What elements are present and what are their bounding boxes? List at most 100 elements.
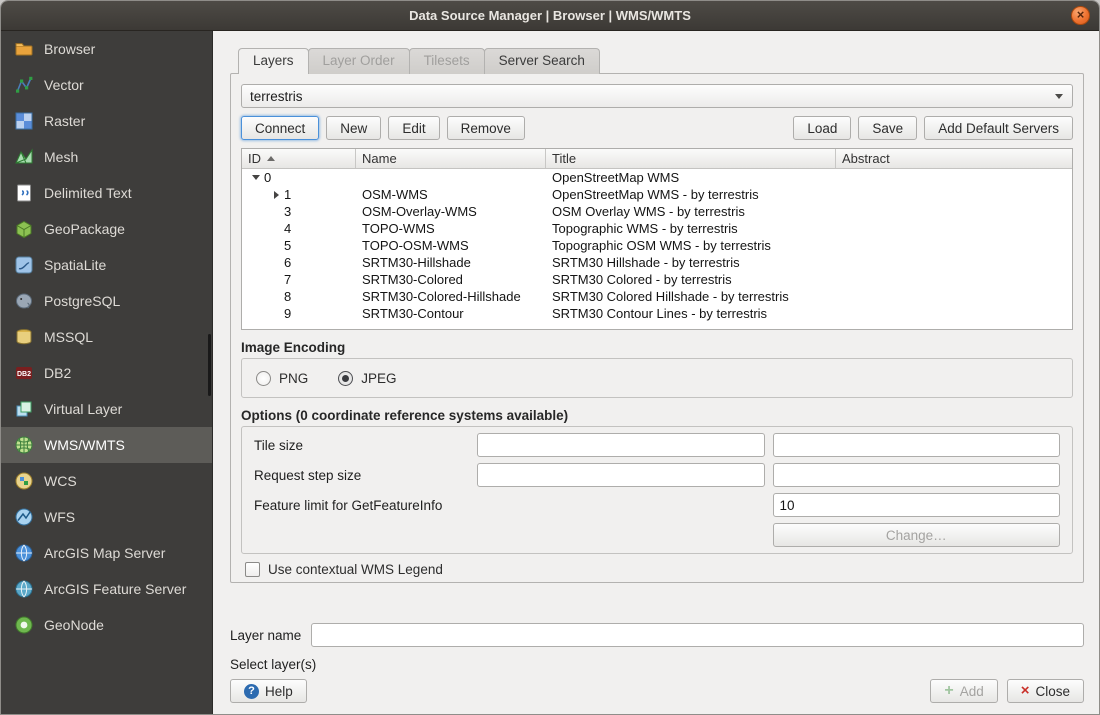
virtual-layer-icon: [13, 398, 35, 420]
column-header-name[interactable]: Name: [356, 149, 546, 168]
sidebar-item-vector[interactable]: Vector: [1, 67, 212, 103]
layer-row-0[interactable]: 0OpenStreetMap WMS: [242, 169, 1072, 186]
save-button[interactable]: Save: [858, 116, 917, 140]
sidebar-item-arcgis-feature-server[interactable]: ArcGIS Feature Server: [1, 571, 212, 607]
layer-name-cell: OSM-WMS: [356, 186, 546, 203]
wcs-icon: [13, 470, 35, 492]
layer-id-cell: 6: [242, 254, 356, 271]
help-button[interactable]: ? Help: [230, 679, 307, 703]
sidebar-item-delimited-text[interactable]: Delimited Text: [1, 175, 212, 211]
layer-row-1[interactable]: 1OSM-WMSOpenStreetMap WMS - by terrestri…: [242, 186, 1072, 203]
tab-server-search[interactable]: Server Search: [484, 48, 600, 74]
tile-size-label: Tile size: [254, 438, 469, 453]
tile-width-input[interactable]: [477, 433, 765, 457]
tab-layers[interactable]: Layers: [238, 48, 309, 74]
close-x-icon: ×: [1021, 684, 1030, 698]
layer-title-cell: SRTM30 Hillshade - by terrestris: [546, 254, 836, 271]
arcgis-feature-server-icon: [13, 578, 35, 600]
layer-id: 9: [284, 305, 291, 322]
sidebar-item-wfs[interactable]: WFS: [1, 499, 212, 535]
sidebar-item-geonode[interactable]: GeoNode: [1, 607, 212, 643]
sidebar: BrowserVector Raster Mesh Delimited Text Geo…: [1, 31, 213, 714]
layer-id-cell: 3: [242, 203, 356, 220]
svg-text:DB2: DB2: [17, 371, 31, 378]
db2-icon: DB2: [13, 362, 35, 384]
load-button[interactable]: Load: [793, 116, 851, 140]
new-button[interactable]: New: [326, 116, 381, 140]
layer-row-5[interactable]: 5TOPO-OSM-WMSTopographic OSM WMS - by te…: [242, 237, 1072, 254]
radio-png[interactable]: PNG: [256, 371, 308, 386]
layer-row-7[interactable]: 7SRTM30-ColoredSRTM30 Colored - by terre…: [242, 271, 1072, 288]
radio-label: JPEG: [361, 371, 396, 386]
wms-icon: [13, 434, 35, 456]
layers-table-body: 0OpenStreetMap WMS1OSM-WMSOpenStreetMap …: [242, 169, 1072, 329]
layer-row-4[interactable]: 4TOPO-WMSTopographic WMS - by terrestris: [242, 220, 1072, 237]
sidebar-item-label: Raster: [44, 113, 85, 129]
layer-name-row: Layer name: [230, 623, 1084, 647]
titlebar: Data Source Manager | Browser | WMS/WMTS…: [1, 1, 1099, 31]
sidebar-item-browser[interactable]: Browser: [1, 31, 212, 67]
layer-name-input[interactable]: [311, 623, 1084, 647]
layer-name-cell: TOPO-WMS: [356, 220, 546, 237]
request-step-x-input[interactable]: [477, 463, 765, 487]
window-close-button[interactable]: ×: [1071, 6, 1090, 25]
contextual-legend-row[interactable]: Use contextual WMS Legend: [241, 560, 1073, 578]
server-connection-select[interactable]: terrestris: [241, 84, 1073, 108]
feature-limit-input[interactable]: [773, 493, 1061, 517]
add-default-servers-button[interactable]: Add Default Servers: [924, 116, 1073, 140]
layer-id-cell: 4: [242, 220, 356, 237]
sidebar-item-postgresql[interactable]: PostgreSQL: [1, 283, 212, 319]
expander-placeholder: [268, 238, 284, 254]
layer-row-9[interactable]: 9SRTM30-ContourSRTM30 Contour Lines - by…: [242, 305, 1072, 322]
sidebar-item-label: Delimited Text: [44, 185, 132, 201]
sidebar-item-wcs[interactable]: WCS: [1, 463, 212, 499]
close-button[interactable]: × Close: [1007, 679, 1084, 703]
remove-button[interactable]: Remove: [447, 116, 525, 140]
sidebar-item-db2[interactable]: DB2DB2: [1, 355, 212, 391]
layer-row-8[interactable]: 8SRTM30-Colored-HillshadeSRTM30 Colored …: [242, 288, 1072, 305]
column-header-title[interactable]: Title: [546, 149, 836, 168]
column-header-id[interactable]: ID: [242, 149, 356, 168]
sidebar-item-spatialite[interactable]: SpatiaLite: [1, 247, 212, 283]
layer-id-cell: 5: [242, 237, 356, 254]
sidebar-item-mesh[interactable]: Mesh: [1, 139, 212, 175]
edit-button[interactable]: Edit: [388, 116, 439, 140]
connect-button[interactable]: Connect: [241, 116, 319, 140]
expander-open-icon[interactable]: [248, 170, 264, 186]
contextual-legend-checkbox[interactable]: [245, 562, 260, 577]
help-button-label: Help: [265, 684, 293, 699]
column-header-abstract[interactable]: Abstract: [836, 149, 1072, 168]
sidebar-item-label: PostgreSQL: [44, 293, 120, 309]
layer-id: 7: [284, 271, 291, 288]
sidebar-scrollbar[interactable]: [208, 334, 211, 396]
radio-label: PNG: [279, 371, 308, 386]
sidebar-item-mssql[interactable]: MSSQL: [1, 319, 212, 355]
radio-jpeg[interactable]: JPEG: [338, 371, 396, 386]
sidebar-item-wms-wmts[interactable]: WMS/WMTS: [1, 427, 212, 463]
sidebar-item-label: SpatiaLite: [44, 257, 106, 273]
layer-title-cell: OSM Overlay WMS - by terrestris: [546, 203, 836, 220]
layer-name-cell: SRTM30-Hillshade: [356, 254, 546, 271]
tab-bar: LayersLayer OrderTilesetsServer Search: [238, 48, 1084, 74]
layer-title-cell: OpenStreetMap WMS - by terrestris: [546, 186, 836, 203]
layer-id-cell: 7: [242, 271, 356, 288]
layer-row-6[interactable]: 6SRTM30-HillshadeSRTM30 Hillshade - by t…: [242, 254, 1072, 271]
layer-id: 8: [284, 288, 291, 305]
layer-row-3[interactable]: 3OSM-Overlay-WMSOSM Overlay WMS - by ter…: [242, 203, 1072, 220]
delimited-text-icon: [13, 182, 35, 204]
sidebar-item-raster[interactable]: Raster: [1, 103, 212, 139]
image-encoding-options: PNG JPEG: [241, 358, 1073, 398]
expander-closed-icon[interactable]: [268, 187, 284, 203]
tile-height-input[interactable]: [773, 433, 1061, 457]
sidebar-item-virtual-layer[interactable]: Virtual Layer: [1, 391, 212, 427]
sidebar-item-geopackage[interactable]: GeoPackage: [1, 211, 212, 247]
request-step-y-input[interactable]: [773, 463, 1061, 487]
browser-icon: [13, 38, 35, 60]
close-button-label: Close: [1035, 684, 1070, 699]
radio-button-icon: [256, 371, 271, 386]
expander-placeholder: [268, 221, 284, 237]
sidebar-item-arcgis-map-server[interactable]: ArcGIS Map Server: [1, 535, 212, 571]
layer-name-cell: SRTM30-Colored-Hillshade: [356, 288, 546, 305]
image-encoding-label: Image Encoding: [241, 338, 1073, 356]
add-button: + Add: [930, 679, 997, 703]
